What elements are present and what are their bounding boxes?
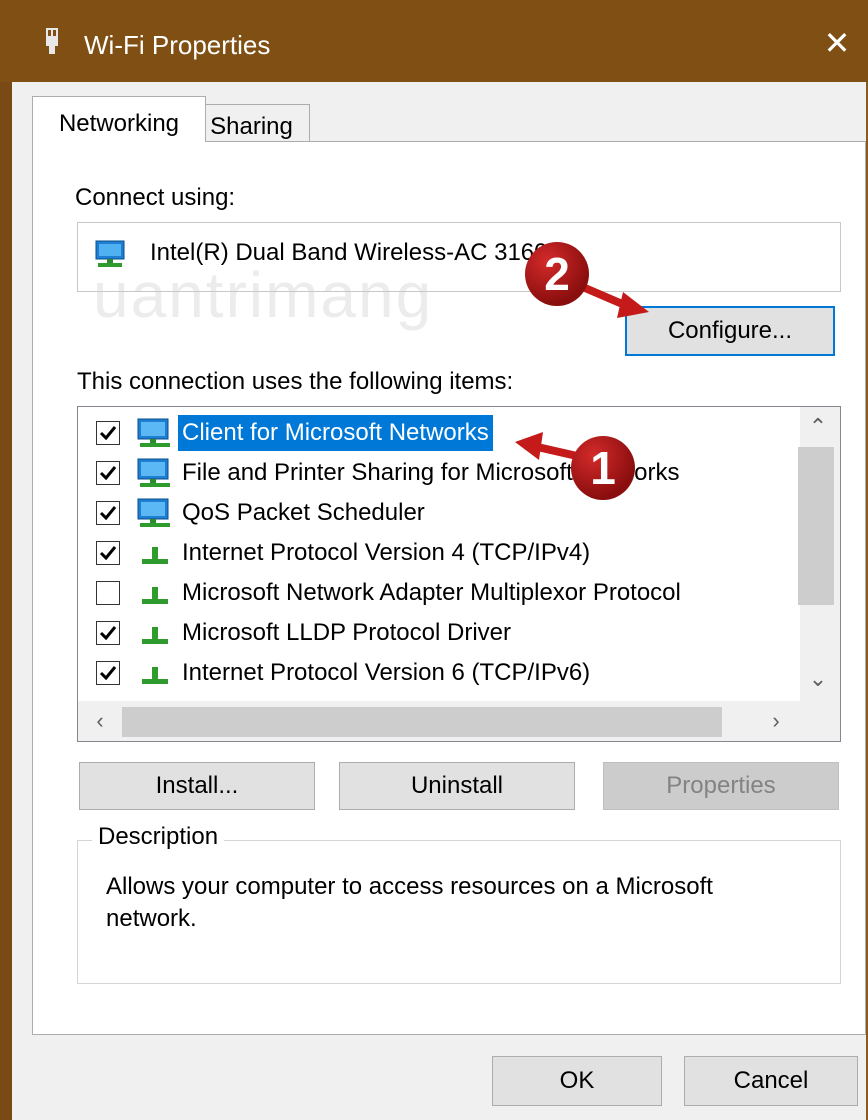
item-label: QoS Packet Scheduler xyxy=(182,499,425,526)
item-checkbox[interactable] xyxy=(96,661,120,685)
protocol-icon xyxy=(142,547,168,564)
wifi-properties-window: Wi-Fi Properties ✕ Networking Sharing ua… xyxy=(0,0,868,1120)
list-item[interactable]: Microsoft Network Adapter Multiplexor Pr… xyxy=(78,573,798,613)
item-checkbox[interactable] xyxy=(96,581,120,605)
list-item[interactable]: Internet Protocol Version 4 (TCP/IPv4) xyxy=(78,533,798,573)
protocol-icon xyxy=(142,627,168,644)
description-legend: Description xyxy=(92,823,225,851)
callout-1: 1 xyxy=(571,436,635,500)
tab-sharing[interactable]: Sharing xyxy=(194,104,310,142)
list-item[interactable]: QoS Packet Scheduler xyxy=(78,493,798,533)
list-item[interactable]: Microsoft LLDP Protocol Driver xyxy=(78,613,798,653)
callout-2: 2 xyxy=(525,242,589,306)
ok-button[interactable]: OK xyxy=(492,1056,662,1106)
wifi-adapter-icon xyxy=(46,28,58,54)
close-button[interactable]: ✕ xyxy=(814,20,860,66)
item-checkbox[interactable] xyxy=(96,541,120,565)
description-group: Description Allows your computer to acce… xyxy=(77,823,841,984)
scroll-up-icon[interactable]: ⌃ xyxy=(800,409,836,445)
vertical-scroll-thumb[interactable] xyxy=(798,447,834,605)
item-label: Microsoft LLDP Protocol Driver xyxy=(182,619,511,646)
item-label: Microsoft Network Adapter Multiplexor Pr… xyxy=(182,579,681,606)
network-adapter-icon xyxy=(95,240,125,267)
item-checkbox[interactable] xyxy=(96,461,120,485)
networking-panel: uantrimang Connect using: Intel(R) Dual … xyxy=(32,141,866,1035)
item-label: Client for Microsoft Networks xyxy=(178,415,493,451)
item-checkbox[interactable] xyxy=(96,621,120,645)
properties-button[interactable]: Properties xyxy=(603,762,839,810)
list-item[interactable]: File and Printer Sharing for Microsoft N… xyxy=(78,453,798,493)
network-computer-icon xyxy=(137,418,170,447)
cancel-button[interactable]: Cancel xyxy=(684,1056,858,1106)
item-checkbox[interactable] xyxy=(96,501,120,525)
window-title: Wi-Fi Properties xyxy=(84,30,271,60)
adapter-name: Intel(R) Dual Band Wireless-AC 3160 xyxy=(150,239,548,266)
tab-networking[interactable]: Networking xyxy=(32,96,206,142)
item-label: Internet Protocol Version 6 (TCP/IPv6) xyxy=(182,659,591,686)
scroll-left-icon[interactable]: ‹ xyxy=(82,703,118,739)
protocol-icon xyxy=(142,587,168,604)
callout-2-arrow-icon xyxy=(583,284,649,318)
network-computer-icon xyxy=(137,458,170,487)
configure-button[interactable]: Configure... xyxy=(625,306,835,356)
adapter-box: Intel(R) Dual Band Wireless-AC 3160 xyxy=(77,222,841,292)
callout-1-arrow-icon xyxy=(515,432,578,460)
list-item[interactable]: Internet Protocol Version 6 (TCP/IPv6) xyxy=(78,653,798,693)
install-button[interactable]: Install... xyxy=(79,762,315,810)
network-computer-icon xyxy=(137,498,170,527)
items-list[interactable]: Client for Microsoft Networks File and P… xyxy=(77,406,841,742)
scroll-right-icon[interactable]: › xyxy=(758,703,794,739)
uninstall-button[interactable]: Uninstall xyxy=(339,762,575,810)
protocol-icon xyxy=(142,667,168,684)
title-bar[interactable]: Wi-Fi Properties ✕ xyxy=(0,0,868,82)
item-checkbox[interactable] xyxy=(96,421,120,445)
scroll-down-icon[interactable]: ⌄ xyxy=(800,661,836,697)
items-label: This connection uses the following items… xyxy=(77,368,514,395)
item-label: Internet Protocol Version 4 (TCP/IPv4) xyxy=(182,539,591,566)
connect-using-label: Connect using: xyxy=(75,184,236,211)
description-text: Allows your computer to access resources… xyxy=(106,873,713,932)
horizontal-scroll-thumb[interactable] xyxy=(122,707,722,737)
list-item[interactable]: Client for Microsoft Networks xyxy=(78,413,798,453)
